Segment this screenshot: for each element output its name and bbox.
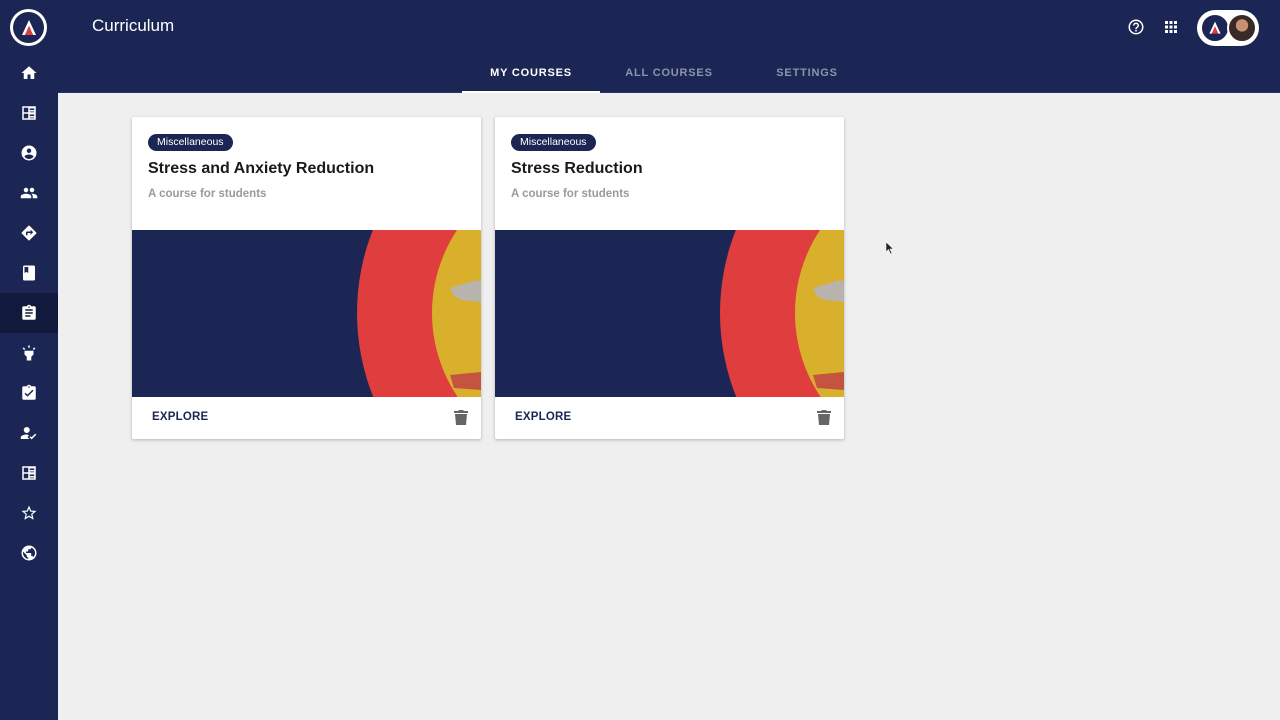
directions-icon bbox=[21, 225, 37, 241]
apps-button[interactable] bbox=[1161, 17, 1181, 37]
assignment-icon bbox=[22, 304, 36, 320]
tab-all-courses[interactable]: ALL COURSES bbox=[600, 55, 738, 93]
org-logo-icon bbox=[1200, 13, 1230, 43]
sidebar-item-star[interactable] bbox=[0, 493, 58, 533]
app-logo[interactable] bbox=[10, 9, 47, 46]
logo-mark-icon bbox=[13, 12, 44, 43]
dashboard-icon bbox=[22, 106, 36, 120]
avatar bbox=[1227, 13, 1257, 43]
home-icon bbox=[21, 66, 37, 79]
trash-icon bbox=[454, 410, 468, 425]
course-card: Miscellaneous Stress Reduction A course … bbox=[495, 117, 844, 439]
assignment-check-icon bbox=[22, 384, 36, 400]
explore-button[interactable]: EXPLORE bbox=[515, 411, 571, 423]
top-bar: Curriculum MY COURSES ALL COURSES SETTIN… bbox=[58, 0, 1280, 93]
course-title: Stress and Anxiety Reduction bbox=[148, 160, 375, 177]
people-icon bbox=[20, 187, 38, 199]
course-title: Stress Reduction bbox=[511, 160, 643, 177]
explore-button[interactable]: EXPLORE bbox=[152, 411, 208, 423]
sidebar-item-home[interactable] bbox=[0, 53, 58, 93]
help-icon bbox=[1128, 19, 1144, 35]
apps-grid-icon bbox=[1165, 21, 1177, 33]
tab-bar: MY COURSES ALL COURSES SETTINGS bbox=[462, 55, 876, 93]
sidebar-item-directions[interactable] bbox=[0, 213, 58, 253]
globe-icon bbox=[21, 545, 37, 561]
category-badge: Miscellaneous bbox=[511, 134, 596, 151]
delete-button[interactable] bbox=[454, 409, 468, 425]
sidebar-item-account[interactable] bbox=[0, 133, 58, 173]
list-alt-icon bbox=[22, 466, 36, 480]
trash-icon bbox=[817, 410, 831, 425]
sidebar-item-globe[interactable] bbox=[0, 533, 58, 573]
account-icon bbox=[21, 145, 37, 161]
account-menu-button[interactable] bbox=[1197, 10, 1259, 46]
course-subtitle: A course for students bbox=[511, 188, 630, 200]
star-outline-icon bbox=[21, 505, 37, 520]
book-icon bbox=[23, 265, 35, 281]
tab-settings[interactable]: SETTINGS bbox=[738, 55, 876, 93]
sidebar-item-dashboard[interactable] bbox=[0, 93, 58, 133]
help-button[interactable] bbox=[1126, 17, 1146, 37]
sidebar-item-people[interactable] bbox=[0, 173, 58, 213]
sidebar-item-assignment[interactable] bbox=[0, 293, 58, 333]
course-card: Miscellaneous Stress and Anxiety Reducti… bbox=[132, 117, 481, 439]
sidebar-item-assignment-check[interactable] bbox=[0, 373, 58, 413]
sidebar-item-list-alt[interactable] bbox=[0, 453, 58, 493]
category-badge: Miscellaneous bbox=[148, 134, 233, 151]
person-check-icon bbox=[20, 427, 37, 440]
page-title: Curriculum bbox=[92, 16, 175, 35]
sidebar bbox=[0, 0, 58, 720]
course-cover-image bbox=[495, 230, 844, 397]
lightbulb-icon bbox=[22, 345, 36, 361]
delete-button[interactable] bbox=[817, 409, 831, 425]
course-subtitle: A course for students bbox=[148, 188, 267, 200]
sidebar-item-person-check[interactable] bbox=[0, 413, 58, 453]
mouse-cursor-icon bbox=[886, 242, 894, 254]
sidebar-item-lightbulb[interactable] bbox=[0, 333, 58, 373]
sidebar-item-book[interactable] bbox=[0, 253, 58, 293]
tab-my-courses[interactable]: MY COURSES bbox=[462, 55, 600, 93]
course-cover-image bbox=[132, 230, 481, 397]
